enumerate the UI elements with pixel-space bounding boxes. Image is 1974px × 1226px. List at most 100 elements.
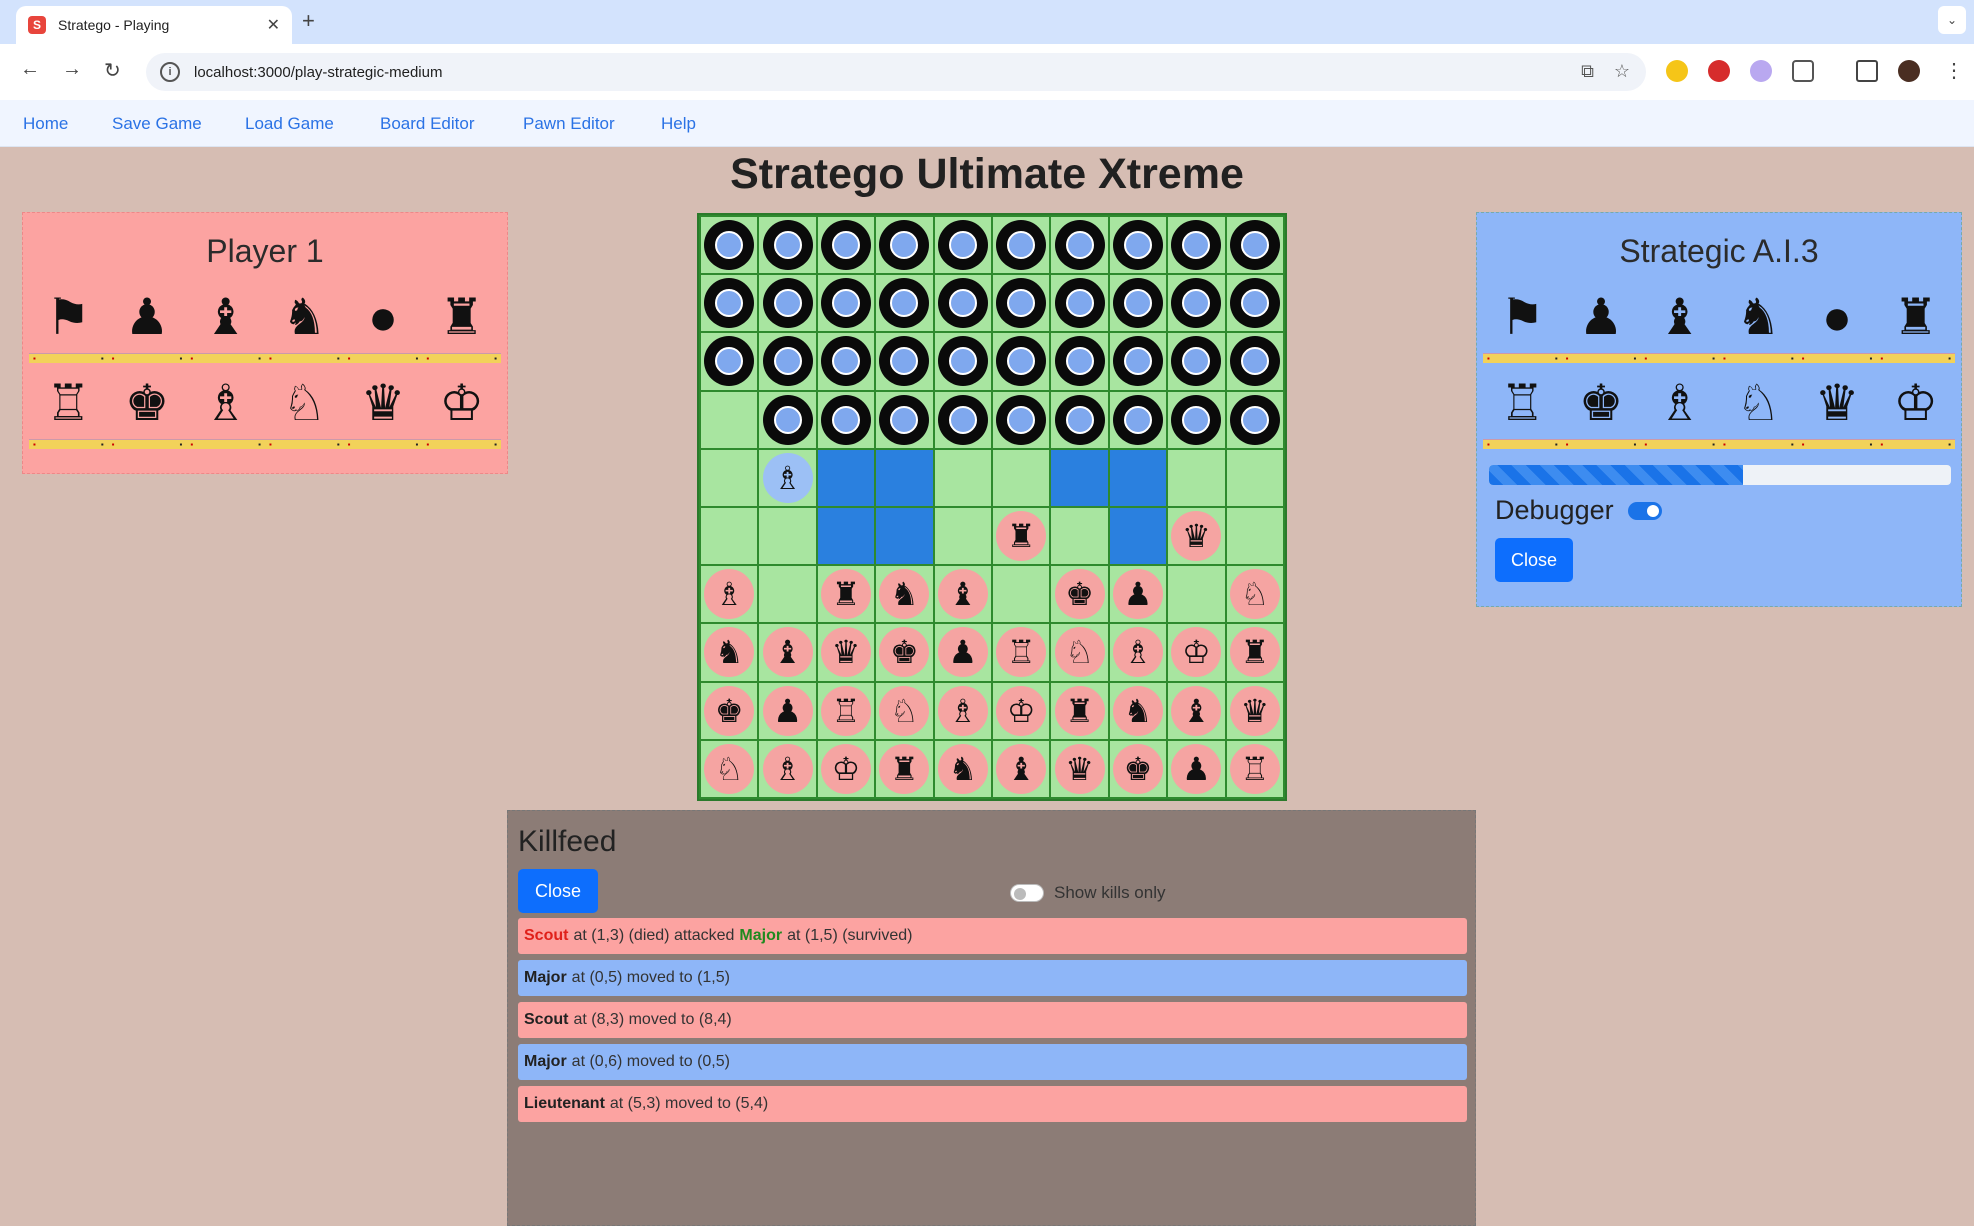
player-piece[interactable]: ♚ bbox=[1112, 743, 1163, 794]
forward-icon[interactable]: → bbox=[62, 58, 82, 81]
player-piece[interactable]: ♛ bbox=[1054, 743, 1105, 794]
player-piece[interactable]: ♘ bbox=[1229, 569, 1280, 620]
board-square[interactable] bbox=[1051, 508, 1108, 565]
board-square[interactable] bbox=[1109, 333, 1167, 390]
roster-major[interactable]: ♗ ▪ ▪ bbox=[186, 369, 265, 449]
board-square[interactable] bbox=[934, 449, 991, 506]
player-piece[interactable]: ♛ bbox=[1229, 685, 1280, 736]
roster-colonel[interactable]: ♘ ▪ ▪ bbox=[1718, 369, 1798, 449]
profile-avatar[interactable] bbox=[1898, 60, 1920, 82]
bookmark-star-icon[interactable]: ☆ bbox=[1614, 61, 1630, 82]
player-piece[interactable]: ♖ bbox=[820, 685, 871, 736]
debugger-toggle[interactable] bbox=[1627, 501, 1662, 520]
board-square[interactable] bbox=[817, 333, 875, 390]
board-square[interactable] bbox=[1168, 217, 1225, 274]
player-piece[interactable]: ♟ bbox=[762, 685, 813, 736]
reload-icon[interactable]: ↻ bbox=[104, 58, 121, 83]
board-square[interactable] bbox=[876, 217, 933, 274]
board-square[interactable]: ♘ bbox=[701, 740, 758, 797]
player-piece[interactable]: ♞ bbox=[879, 569, 930, 620]
board-square[interactable] bbox=[759, 391, 816, 448]
player-piece[interactable]: ♜ bbox=[879, 743, 930, 794]
board-square[interactable] bbox=[1168, 449, 1225, 506]
player-piece[interactable]: ♖ bbox=[996, 627, 1047, 678]
player-piece[interactable]: ♜ bbox=[1054, 685, 1105, 736]
show-kills-only-toggle[interactable] bbox=[1010, 884, 1044, 902]
board-square[interactable] bbox=[1226, 333, 1283, 390]
board-square[interactable] bbox=[1051, 333, 1108, 390]
board-square[interactable] bbox=[934, 275, 991, 332]
board-square[interactable] bbox=[993, 217, 1050, 274]
player-piece[interactable]: ♝ bbox=[937, 569, 988, 620]
player-piece[interactable]: ♖ bbox=[1229, 743, 1280, 794]
board-square[interactable]: ♖ bbox=[817, 682, 875, 739]
roster-spy[interactable]: ♟ ▪ ▪ bbox=[107, 283, 187, 363]
player-piece[interactable]: ♚ bbox=[704, 685, 755, 736]
player-piece[interactable]: ♚ bbox=[879, 627, 930, 678]
board-square[interactable]: ♔ bbox=[817, 740, 875, 797]
board-square[interactable]: ♞ bbox=[934, 740, 991, 797]
board-square[interactable]: ♝ bbox=[993, 740, 1050, 797]
roster-captain[interactable]: ♚ ▪ ▪ bbox=[1561, 369, 1641, 449]
roster-colonel[interactable]: ♘ ▪ ▪ bbox=[264, 369, 344, 449]
board-square[interactable]: ♛ bbox=[1051, 740, 1108, 797]
roster-major[interactable]: ♗ ▪ ▪ bbox=[1640, 369, 1719, 449]
board-square[interactable]: ♚ bbox=[876, 624, 933, 681]
board-square[interactable] bbox=[701, 275, 758, 332]
roster-marshal[interactable]: ♔ ▪ ▪ bbox=[422, 369, 501, 449]
roster-scout[interactable]: ♝ ▪ ▪ bbox=[186, 283, 265, 363]
board-square[interactable]: ♜ bbox=[1051, 682, 1108, 739]
player-piece[interactable]: ♝ bbox=[1171, 685, 1222, 736]
board-square[interactable] bbox=[1226, 217, 1283, 274]
player-piece[interactable]: ♝ bbox=[762, 627, 813, 678]
board-square[interactable]: ♘ bbox=[876, 682, 933, 739]
board-square[interactable]: ♜ bbox=[817, 566, 875, 623]
player-piece[interactable]: ♝ bbox=[996, 743, 1047, 794]
roster-sergeant[interactable]: ♜ ▪ ▪ bbox=[422, 283, 501, 363]
extension-ghost-icon[interactable] bbox=[1750, 60, 1772, 82]
board-square[interactable]: ♟ bbox=[759, 682, 816, 739]
board-square[interactable] bbox=[1226, 449, 1283, 506]
roster-lieutenant[interactable]: ♖ ▪ ▪ bbox=[1483, 369, 1562, 449]
player-piece[interactable]: ♜ bbox=[820, 569, 871, 620]
side-panel-icon[interactable] bbox=[1856, 60, 1878, 82]
board-square[interactable]: ♘ bbox=[1226, 566, 1283, 623]
board-square[interactable] bbox=[993, 275, 1050, 332]
player-piece[interactable]: ♞ bbox=[1112, 685, 1163, 736]
board-square[interactable] bbox=[701, 508, 758, 565]
board-square[interactable]: ♚ bbox=[1109, 740, 1167, 797]
board-square[interactable]: ♗ bbox=[759, 449, 816, 506]
board-square[interactable] bbox=[701, 217, 758, 274]
roster-flag[interactable]: ⚑ ▪ ▪ bbox=[29, 283, 108, 363]
board-square[interactable]: ♘ bbox=[1051, 624, 1108, 681]
board-square[interactable] bbox=[1051, 275, 1108, 332]
board-square[interactable]: ♞ bbox=[876, 566, 933, 623]
board-square[interactable] bbox=[1168, 391, 1225, 448]
player-piece[interactable]: ♞ bbox=[704, 627, 755, 678]
extension-record-icon[interactable] bbox=[1708, 60, 1730, 82]
board-square[interactable] bbox=[1168, 566, 1225, 623]
board-square[interactable] bbox=[1168, 275, 1225, 332]
board-square[interactable] bbox=[759, 333, 816, 390]
board-square[interactable]: ♜ bbox=[993, 508, 1050, 565]
roster-spy[interactable]: ♟ ▪ ▪ bbox=[1561, 283, 1641, 363]
killfeed-close-button[interactable]: Close bbox=[518, 869, 598, 913]
player-piece[interactable]: ♛ bbox=[1171, 511, 1222, 562]
board-square[interactable] bbox=[701, 333, 758, 390]
board-square[interactable] bbox=[1226, 508, 1283, 565]
player-piece[interactable]: ♘ bbox=[879, 685, 930, 736]
board-square[interactable]: ♜ bbox=[1226, 624, 1283, 681]
extension-pencil-icon[interactable] bbox=[1666, 60, 1688, 82]
player-piece[interactable]: ♞ bbox=[937, 743, 988, 794]
board-square[interactable] bbox=[993, 333, 1050, 390]
board-square[interactable]: ♟ bbox=[1109, 566, 1167, 623]
board-square[interactable] bbox=[817, 391, 875, 448]
roster-scout[interactable]: ♝ ▪ ▪ bbox=[1640, 283, 1719, 363]
board-square[interactable] bbox=[934, 217, 991, 274]
board-square[interactable] bbox=[993, 391, 1050, 448]
roster-general[interactable]: ♛ ▪ ▪ bbox=[1797, 369, 1877, 449]
player-piece[interactable]: ♗ bbox=[937, 685, 988, 736]
board-square[interactable] bbox=[993, 566, 1050, 623]
roster-miner[interactable]: ♞ ▪ ▪ bbox=[1718, 283, 1798, 363]
board-square[interactable] bbox=[1226, 275, 1283, 332]
